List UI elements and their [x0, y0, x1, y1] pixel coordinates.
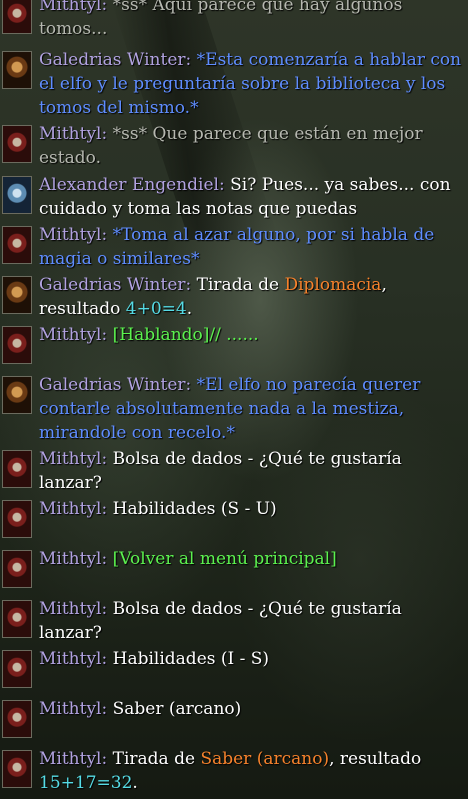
speaker-separator: :	[101, 325, 113, 345]
chat-message: Mithtyl: *Toma al azar alguno, por si ha…	[0, 223, 468, 271]
chat-message: Mithtyl: Habilidades (I - S)	[0, 647, 468, 695]
speaker-name[interactable]: Galedrias Winter	[39, 375, 186, 395]
portrait-mithtyl-icon[interactable]	[2, 550, 32, 588]
speaker-separator: :	[101, 449, 113, 469]
message-body: Habilidades (S - U)	[112, 499, 277, 519]
chat-message: Galedrias Winter: Tirada de Diplomacia, …	[0, 273, 468, 321]
roll-prefix: Tirada de	[196, 275, 285, 295]
message-text: Mithtyl: Bolsa de dados - ¿Qué te gustar…	[39, 447, 463, 495]
speaker-name[interactable]: Mithtyl	[39, 549, 102, 569]
chat-message: Mithtyl: Bolsa de dados - ¿Qué te gustar…	[0, 597, 468, 645]
message-text: Mithtyl: Habilidades (S - U)	[39, 497, 463, 521]
speaker-name[interactable]: Galedrias Winter	[39, 275, 186, 295]
roll-mid: , resultado	[329, 749, 422, 769]
speaker-name[interactable]: Mithtyl	[39, 499, 102, 519]
portrait-galedrias-icon[interactable]	[2, 51, 32, 89]
speaker-separator: :	[101, 499, 113, 519]
speaker-name[interactable]: Mithtyl	[39, 325, 102, 345]
dialog-option[interactable]: [Volver al menú principal]	[113, 549, 337, 569]
chat-message: Galedrias Winter: *El elfo no parecía qu…	[0, 373, 468, 445]
message-text: Mithtyl: *ss* Que parece que están en me…	[39, 122, 463, 170]
message-text: Mithtyl: Bolsa de dados - ¿Qué te gustar…	[39, 597, 463, 645]
speaker-name[interactable]: Mithtyl	[39, 699, 102, 719]
roll-skill: Saber (arcano)	[200, 749, 330, 769]
portrait-mithtyl-icon[interactable]	[2, 450, 32, 488]
speaker-separator: :	[101, 749, 113, 769]
chat-message: Alexander Engendiel: Si? Pues... ya sabe…	[0, 173, 468, 221]
speaker-separator: :	[101, 599, 113, 619]
roll-prefix: Tirada de	[112, 749, 201, 769]
speaker-separator: :	[185, 50, 197, 70]
message-text: Galedrias Winter: *El elfo no parecía qu…	[39, 373, 463, 445]
speaker-name[interactable]: Galedrias Winter	[39, 50, 186, 70]
speaker-separator: :	[185, 375, 197, 395]
chat-message: Mithtyl: [Hablando]// ......	[0, 323, 468, 371]
chat-message: Mithtyl: *ss* Aquí parece que hay alguno…	[0, 0, 468, 41]
message-text: Mithtyl: *ss* Aquí parece que hay alguno…	[39, 0, 463, 41]
speaker-name[interactable]: Alexander Engendiel	[39, 175, 219, 195]
speaker-separator: :	[101, 124, 113, 144]
speaker-name[interactable]: Mithtyl	[39, 225, 102, 245]
chat-message: Mithtyl: [Volver al menú principal]	[0, 547, 468, 595]
roll-result: 4+0=4	[125, 299, 187, 319]
speaker-separator: :	[101, 549, 113, 569]
portrait-alexander-icon[interactable]	[2, 176, 32, 214]
speaker-name[interactable]: Mithtyl	[39, 124, 102, 144]
message-body: Saber (arcano)	[112, 699, 242, 719]
message-text: Mithtyl: [Hablando]// ......	[39, 323, 463, 347]
roll-skill: Diplomacia	[284, 275, 382, 295]
chat-message: Mithtyl: Bolsa de dados - ¿Qué te gustar…	[0, 447, 468, 495]
speaker-name[interactable]: Mithtyl	[39, 449, 102, 469]
portrait-mithtyl-icon[interactable]	[2, 650, 32, 688]
chat-message: Mithtyl: *ss* Que parece que están en me…	[0, 122, 468, 170]
speaker-separator: :	[101, 649, 113, 669]
speaker-separator: :	[101, 699, 113, 719]
message-text: Galedrias Winter: Tirada de Diplomacia, …	[39, 273, 463, 321]
portrait-galedrias-icon[interactable]	[2, 376, 32, 414]
speaker-separator: :	[219, 175, 231, 195]
message-body: Habilidades (I - S)	[112, 649, 270, 669]
message-text: Galedrias Winter: *Esta comenzaría a hab…	[39, 48, 463, 120]
portrait-galedrias-icon[interactable]	[2, 276, 32, 314]
speaker-separator: :	[185, 275, 197, 295]
chat-message: Mithtyl: Saber (arcano)	[0, 697, 468, 745]
message-text: Mithtyl: Saber (arcano)	[39, 697, 463, 721]
chat-message: Mithtyl: Tirada de Saber (arcano), resul…	[0, 747, 468, 795]
portrait-mithtyl-icon[interactable]	[2, 326, 32, 364]
speaker-name[interactable]: Mithtyl	[39, 649, 102, 669]
speaker-name[interactable]: Mithtyl	[39, 599, 102, 619]
chat-message: Galedrias Winter: *Esta comenzaría a hab…	[0, 48, 468, 120]
dialog-option[interactable]: [Hablando]// ......	[113, 325, 259, 345]
roll-suffix: .	[186, 299, 193, 319]
portrait-mithtyl-icon[interactable]	[2, 700, 32, 738]
roll-suffix: .	[132, 773, 138, 793]
chat-message: Mithtyl: Habilidades (S - U)	[0, 497, 468, 545]
speaker-separator: :	[101, 225, 113, 245]
portrait-mithtyl-icon[interactable]	[2, 750, 32, 788]
portrait-mithtyl-icon[interactable]	[2, 125, 32, 163]
message-text: Alexander Engendiel: Si? Pues... ya sabe…	[39, 173, 463, 221]
speaker-name[interactable]: Mithtyl	[39, 0, 102, 15]
message-text: Mithtyl: *Toma al azar alguno, por si ha…	[39, 223, 463, 271]
portrait-mithtyl-icon[interactable]	[2, 500, 32, 538]
message-text: Mithtyl: Tirada de Saber (arcano), resul…	[39, 747, 463, 795]
message-text: Mithtyl: [Volver al menú principal]	[39, 547, 463, 571]
speaker-name[interactable]: Mithtyl	[39, 749, 102, 769]
roll-result: 15+17=32	[39, 773, 133, 793]
message-text: Mithtyl: Habilidades (I - S)	[39, 647, 463, 671]
speaker-separator: :	[101, 0, 113, 15]
portrait-mithtyl-icon[interactable]	[2, 600, 32, 638]
portrait-mithtyl-icon[interactable]	[2, 0, 32, 34]
portrait-mithtyl-icon[interactable]	[2, 226, 32, 264]
